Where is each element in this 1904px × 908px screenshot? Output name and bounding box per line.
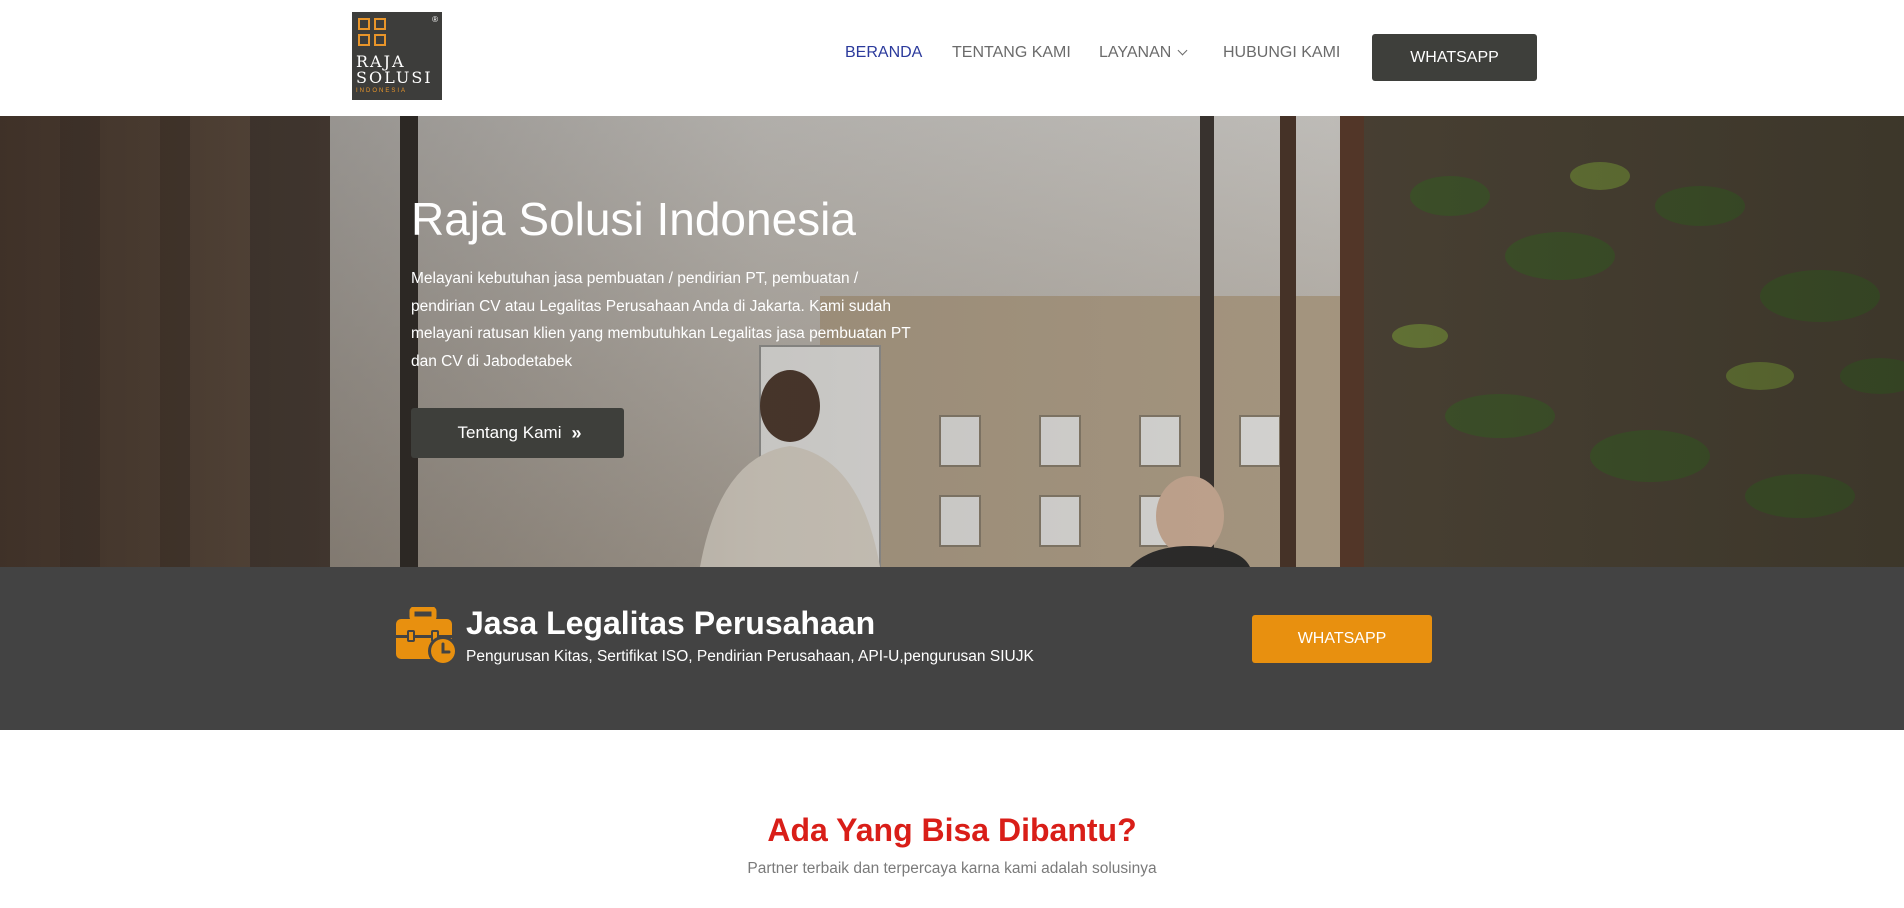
logo-registered-mark: ® (432, 15, 438, 24)
site-header: ® RAJA SOLUSI INDONESIA BERANDA TENTANG … (0, 0, 1904, 116)
nav-item-hubungi-kami[interactable]: HUBUNGI KAMI (1223, 44, 1340, 62)
chevron-down-icon (1177, 45, 1188, 56)
section-subtitle: Partner terbaik dan terpercaya karna kam… (747, 860, 1157, 877)
whatsapp-header-button[interactable]: WHATSAPP (1372, 34, 1537, 81)
logo-text-line3: INDONESIA (356, 88, 408, 94)
hero-description: Melayani kebutuhan jasa pembuatan / pend… (411, 270, 911, 370)
section-title: Ada Yang Bisa Dibantu? (767, 812, 1137, 848)
double-chevron-right-icon: » (571, 422, 581, 443)
tentang-kami-button[interactable]: Tentang Kami » (411, 408, 624, 458)
site-logo[interactable]: ® RAJA SOLUSI INDONESIA (352, 12, 442, 100)
logo-text-line2: SOLUSI (356, 68, 433, 87)
hero-section: Raja Solusi Indonesia Melayani kebutuhan… (0, 116, 1904, 567)
band-subtitle: Pengurusan Kitas, Sertifikat ISO, Pendir… (466, 648, 1034, 665)
hero-title: Raja Solusi Indonesia (411, 193, 856, 245)
legal-services-band: Jasa Legalitas Perusahaan Pengurusan Kit… (0, 567, 1904, 730)
nav-item-beranda[interactable]: BERANDA (845, 44, 922, 62)
tentang-kami-button-label: Tentang Kami (457, 423, 562, 442)
nav-item-layanan-label: LAYANAN (1099, 44, 1172, 61)
logo-grid-icon (358, 18, 388, 48)
nav-item-tentang-kami[interactable]: TENTANG KAMI (952, 44, 1071, 62)
briefcase-clock-icon (396, 607, 458, 666)
nav-item-layanan[interactable]: LAYANAN (1099, 44, 1188, 62)
band-title: Jasa Legalitas Perusahaan (466, 605, 876, 641)
hero-overlay (0, 116, 1904, 567)
whatsapp-band-button[interactable]: WHATSAPP (1252, 615, 1432, 663)
